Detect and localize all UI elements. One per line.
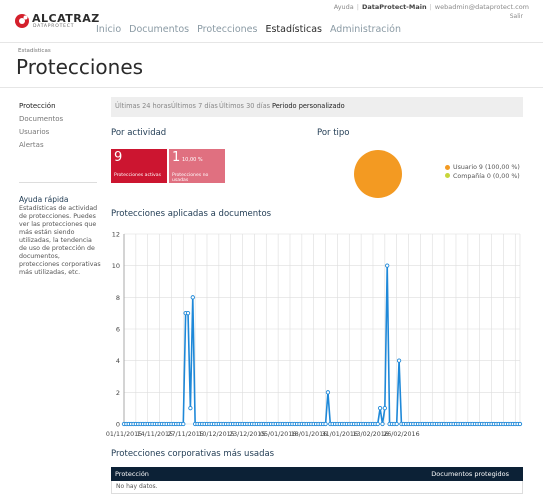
type-title: Por tipo	[317, 128, 350, 138]
y-tick-label: 10	[112, 262, 120, 270]
brand-subtitle: DATAPROTECT	[33, 24, 75, 29]
data-point	[377, 406, 383, 411]
tab-custom[interactable]: Periodo personalizado	[272, 102, 345, 110]
table-empty-row: No hay datos.	[111, 481, 523, 494]
activity-title: Por actividad	[111, 128, 167, 138]
data-point	[185, 311, 191, 316]
unused-percent: 10,00 %	[182, 157, 203, 163]
type-legend: Usuario 9 (100,00 %) Compañía 0 (0,00 %)	[445, 164, 520, 181]
data-point	[382, 406, 387, 411]
data-point	[323, 421, 328, 427]
col-proteccion[interactable]: Protección	[115, 470, 149, 478]
data-point	[396, 358, 402, 363]
sidebar-divider	[19, 182, 97, 183]
data-point	[188, 406, 193, 411]
sidebar-item-documentos[interactable]: Documentos	[19, 113, 63, 126]
table-header: Protección Documentos protegidos	[111, 467, 523, 481]
col-documentos[interactable]: Documentos protegidos	[431, 470, 509, 478]
legend-dot-compania	[445, 173, 450, 178]
data-point	[517, 421, 523, 427]
data-point	[190, 295, 195, 300]
legend-label-compania: Compañía 0 (0,00 %)	[453, 172, 520, 180]
chart-title: Protecciones aplicadas a documentos	[111, 209, 272, 219]
period-tabs: Últimas 24 horas Últimos 7 días Últimos …	[111, 97, 523, 117]
legend-item-compania: Compañía 0 (0,00 %)	[445, 173, 520, 182]
sidebar-item-proteccin[interactable]: Protección	[19, 100, 63, 113]
help-link[interactable]: Ayuda	[334, 3, 354, 11]
legend-item-usuario: Usuario 9 (100,00 %)	[445, 164, 520, 173]
legend-label-usuario: Usuario 9 (100,00 %)	[453, 164, 520, 171]
y-tick-label: 2	[116, 389, 120, 397]
y-tick-label: 12	[112, 231, 120, 239]
x-tick-label: 26/02/2016	[383, 431, 419, 438]
data-point	[394, 421, 399, 427]
unused-protections-box[interactable]: 1 10,00 % Protecciones no usadas	[169, 149, 225, 183]
type-pie-chart[interactable]	[352, 148, 404, 200]
data-point	[380, 421, 385, 427]
nav-item-estadsticas[interactable]: Estadísticas	[265, 24, 321, 35]
y-tick-label: 6	[116, 326, 120, 334]
breadcrumb[interactable]: Estadísticas	[18, 48, 51, 54]
y-tick-label: 0	[116, 421, 120, 429]
user-email[interactable]: webadmin@dataprotect.com	[435, 3, 529, 11]
tab-7d[interactable]: Últimos 7 días	[171, 102, 218, 110]
instance-name[interactable]: DataProtect-Main	[362, 3, 427, 11]
brand-logo[interactable]: ALCATRAZ DATAPROTECT	[14, 12, 104, 34]
help-title: Ayuda rápida	[19, 195, 69, 204]
nav-item-administracin[interactable]: Administración	[330, 24, 401, 35]
protections-line-chart[interactable]: 02468101201/11/201514/11/201527/11/20151…	[104, 226, 534, 441]
data-point	[385, 263, 390, 268]
tab-30d[interactable]: Últimos 30 días	[219, 102, 270, 110]
y-tick-label: 8	[116, 294, 120, 302]
nav-item-protecciones[interactable]: Protecciones	[197, 24, 257, 35]
unused-count: 1	[172, 150, 181, 165]
table-title: Protecciones corporativas más usadas	[111, 449, 275, 459]
active-label: Protecciones activas	[114, 173, 161, 178]
top-bar: Ayuda | DataProtect-Main | webadmin@dataprot…	[333, 3, 529, 11]
data-point	[325, 390, 331, 395]
data-point	[375, 421, 380, 427]
pie-slice-usuario[interactable]	[354, 150, 402, 198]
tab-24h[interactable]: Últimas 24 horas	[115, 102, 171, 110]
active-count: 9	[114, 150, 123, 165]
legend-dot-usuario	[445, 164, 450, 170]
nav-item-inicio[interactable]: Inicio	[96, 24, 121, 35]
sidebar-item-usuarios[interactable]: Usuarios	[19, 126, 63, 139]
data-point	[181, 421, 186, 427]
header-divider	[0, 42, 543, 43]
logout-link[interactable]: Salir	[510, 13, 523, 20]
sidebar-item-alertas[interactable]: Alertas	[19, 139, 63, 152]
alcatraz-logo-icon	[15, 14, 29, 28]
nav-item-documentos[interactable]: Documentos	[129, 24, 189, 35]
y-tick-label: 4	[116, 357, 120, 365]
sidebar-menu: Protección Documentos Usuarios Alertas	[19, 100, 63, 152]
active-protections-box[interactable]: 9 Protecciones activas	[111, 149, 167, 183]
unused-label: Protecciones no usadas	[172, 173, 209, 183]
title-divider	[0, 87, 543, 88]
empty-message: No hay datos.	[116, 483, 158, 490]
help-text: Estadísticas de actividad de proteccione…	[19, 205, 101, 276]
page-title: Protecciones	[16, 55, 144, 79]
main-nav: Inicio Documentos Protecciones Estadísticas…	[96, 24, 409, 35]
